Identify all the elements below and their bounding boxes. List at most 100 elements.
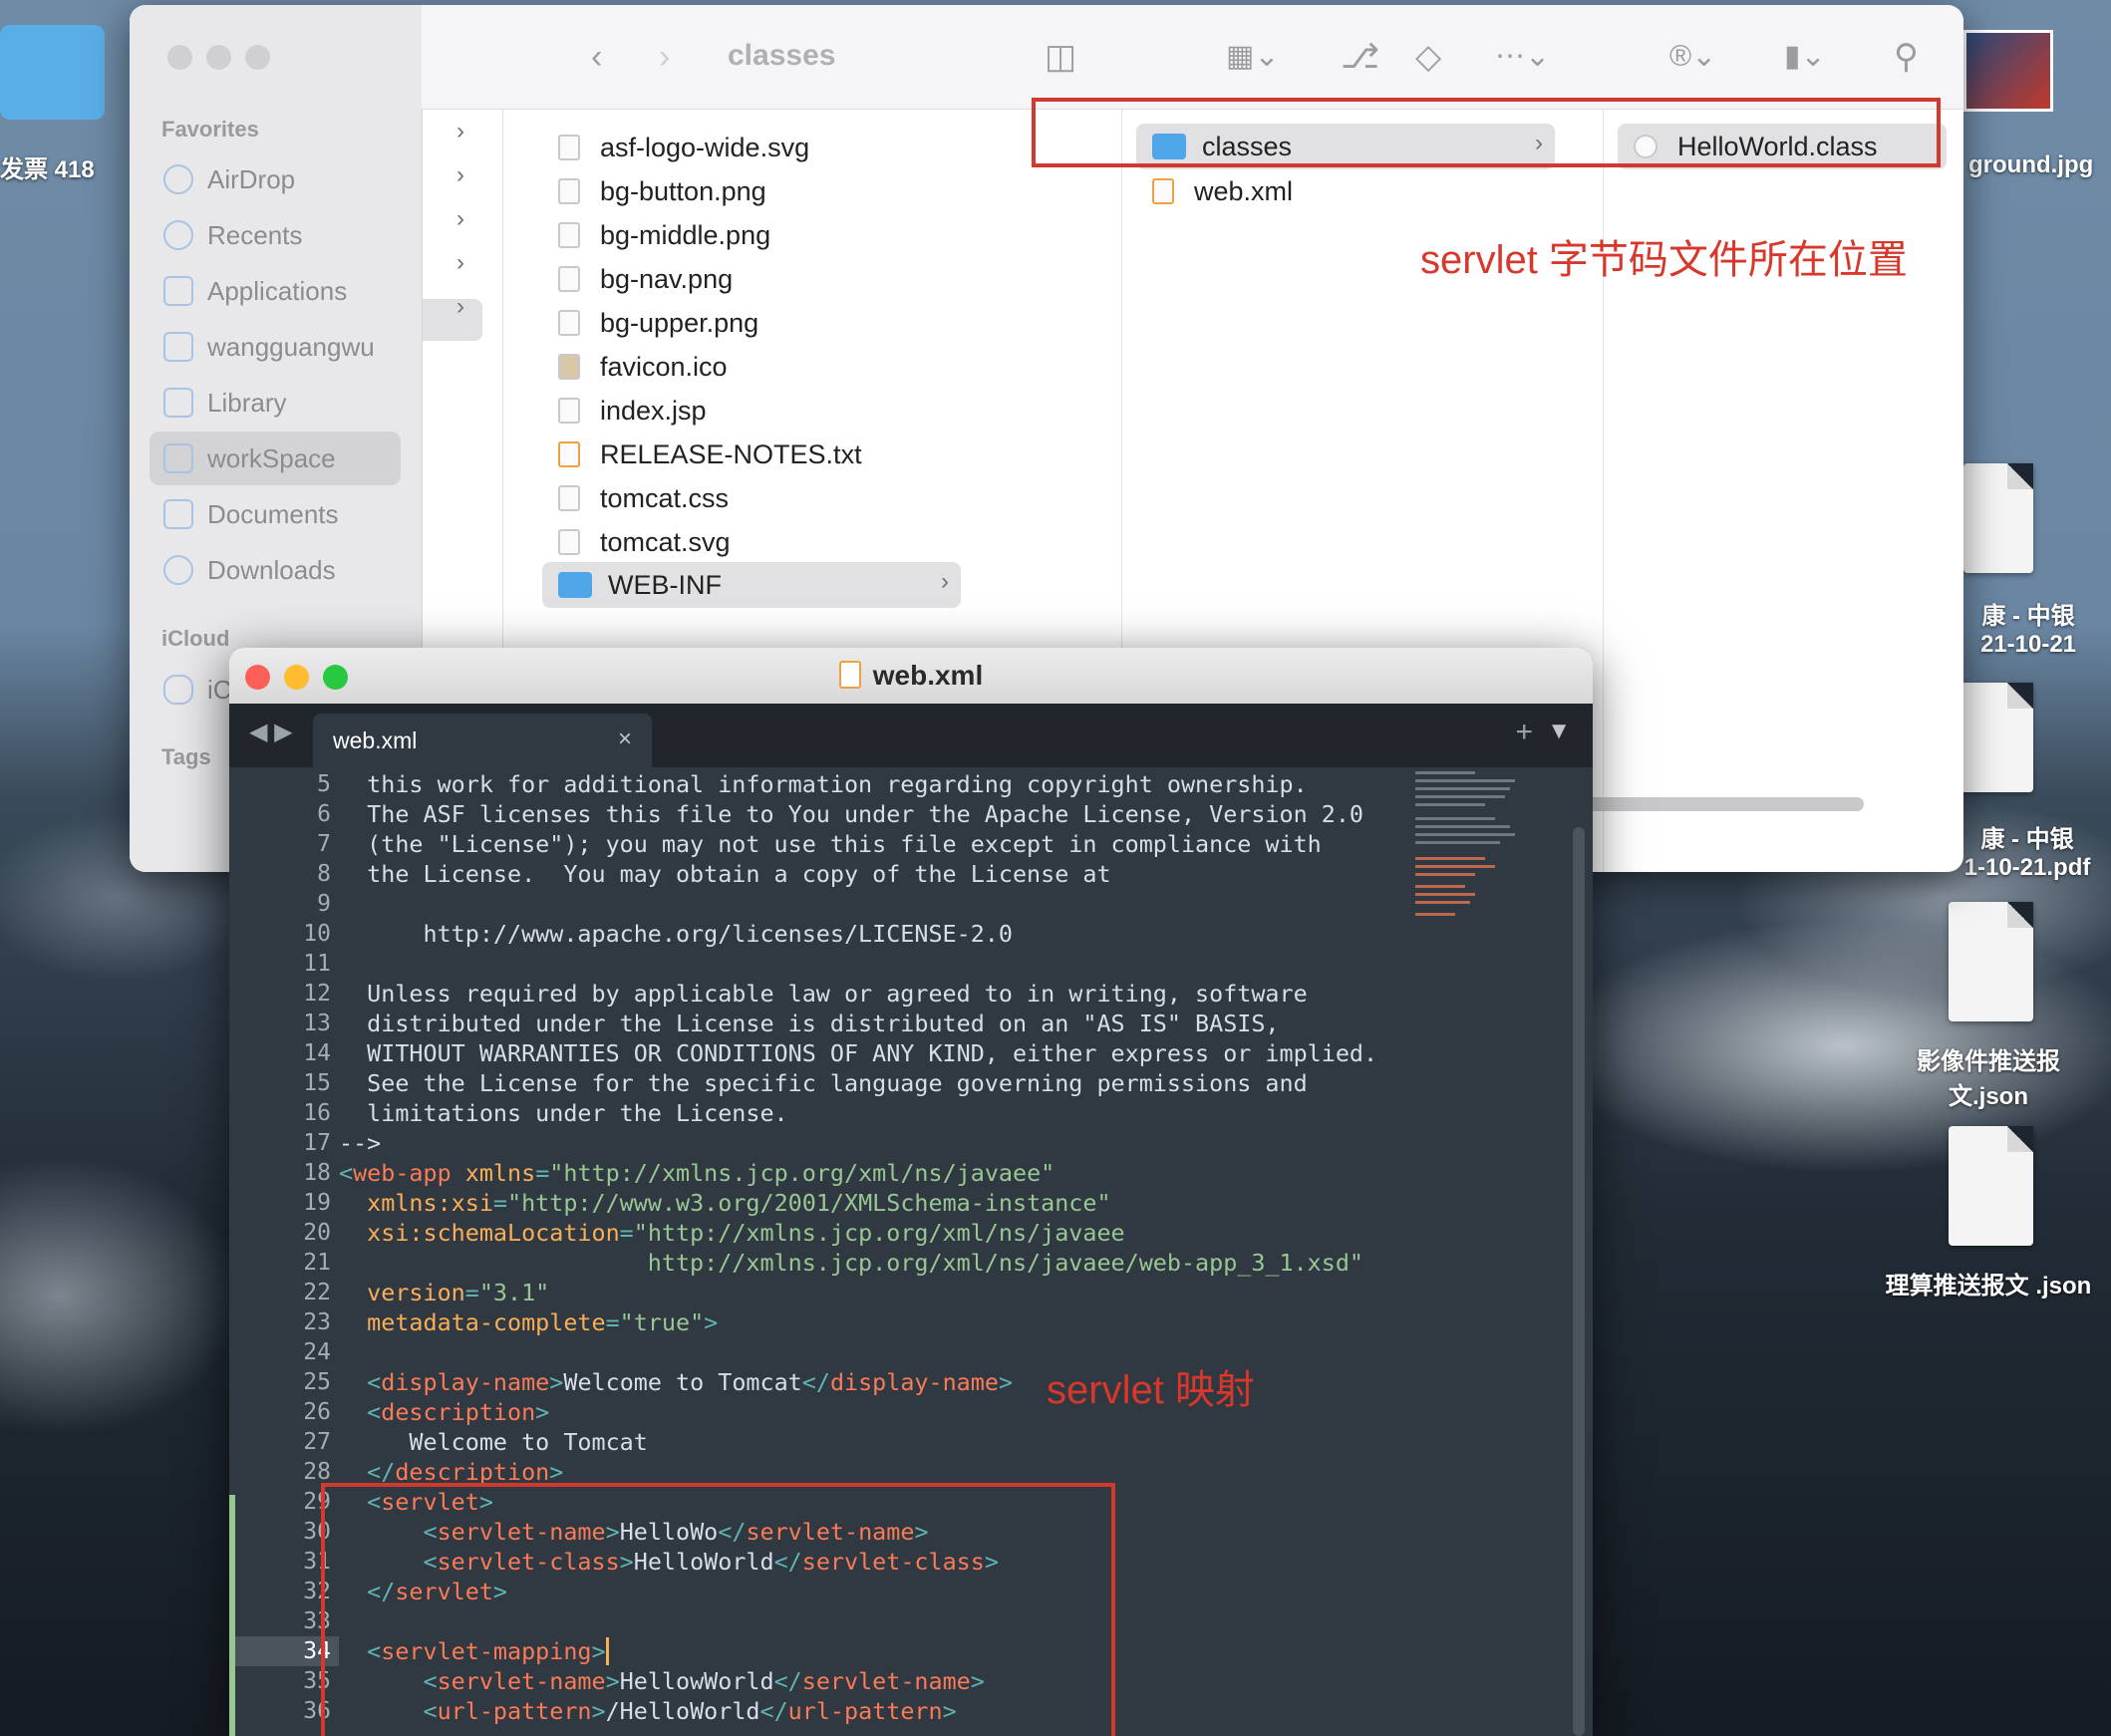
file-name: tomcat.css	[600, 482, 730, 513]
group-icon[interactable]: ▦⌄	[1226, 37, 1279, 77]
code-line[interactable]: -->	[339, 1128, 381, 1158]
line-number: 17	[303, 1130, 331, 1156]
desktop-item-label[interactable]: 发票 418	[0, 149, 100, 184]
desktop-json-label-2[interactable]: 理算推送报文 .json	[1874, 1266, 2103, 1301]
code-line[interactable]: WITHOUT WARRANTIES OR CONDITIONS OF ANY …	[339, 1038, 1377, 1068]
line-number: 9	[317, 891, 331, 917]
code-line[interactable]: <description>	[339, 1397, 549, 1427]
list-item[interactable]: tomcat.svg	[558, 522, 731, 562]
code-line[interactable]: metadata-complete="true">	[339, 1307, 718, 1337]
close-icon[interactable]: ×	[618, 725, 632, 753]
code-line[interactable]: the License. You may obtain a copy of th…	[339, 859, 1110, 889]
file-name: favicon.ico	[600, 351, 728, 382]
chevron-right-icon: ›	[456, 118, 464, 145]
desktop-json-document-icon-2[interactable]	[1949, 1126, 2033, 1246]
more-actions-icon[interactable]: ⋯⌄	[1495, 37, 1550, 77]
sidebar-item-airdrop[interactable]: AirDrop	[150, 152, 401, 206]
file-name: bg-button.png	[600, 175, 766, 206]
registered-icon[interactable]: ®⌄	[1669, 37, 1716, 77]
folder-icon	[558, 572, 592, 598]
tab-nav-arrows-icon[interactable]: ◀ ▶	[249, 718, 293, 746]
tags-heading: Tags	[161, 744, 211, 769]
desktop-pdf-label[interactable]: 康 - 中银 1-10-21.pdf	[1944, 819, 2111, 882]
minimap[interactable]	[1415, 767, 1545, 927]
code-line[interactable]: limitations under the License.	[339, 1098, 787, 1128]
sidebar-item-documents[interactable]: Documents	[150, 487, 401, 541]
list-item[interactable]: bg-middle.png	[558, 215, 770, 255]
sidebar-item-library[interactable]: Library	[150, 376, 401, 430]
search-icon[interactable]: ⚲	[1894, 37, 1919, 77]
view-columns-icon[interactable]: ◫	[1045, 37, 1076, 77]
code-line[interactable]: http://xmlns.jcp.org/xml/ns/javaee/web-a…	[339, 1248, 1363, 1278]
close-button[interactable]	[167, 45, 192, 70]
list-item[interactable]: RELEASE-NOTES.txt	[558, 434, 862, 474]
code-line[interactable]: distributed under the License is distrib…	[339, 1009, 1279, 1038]
desktop-json-document-icon[interactable]	[1949, 902, 2033, 1021]
sidebar-item-home[interactable]: wangguangwu	[150, 320, 401, 374]
finder-toolbar: ‹ ›	[422, 5, 1963, 110]
back-icon[interactable]: ‹	[591, 37, 602, 77]
chevron-right-icon: ›	[456, 249, 464, 276]
sidebar-item-downloads[interactable]: Downloads	[150, 543, 401, 597]
desktop-folder-icon[interactable]	[0, 25, 105, 120]
list-item[interactable]: bg-button.png	[558, 171, 766, 211]
list-item[interactable]: asf-logo-wide.svg	[558, 128, 809, 167]
desktop-md-document-icon[interactable]	[1963, 463, 2033, 573]
line-number: 19	[303, 1190, 331, 1216]
sublime-file-icon	[558, 441, 580, 467]
line-number: 25	[303, 1369, 331, 1395]
code-line[interactable]: xmlns:xsi="http://www.w3.org/2001/XMLSch…	[339, 1188, 1110, 1218]
clock-icon	[163, 220, 193, 250]
tag-icon[interactable]: ◇	[1415, 37, 1441, 77]
line-number: 24	[303, 1339, 331, 1365]
sidebar-item-workspace[interactable]: workSpace	[150, 432, 401, 485]
document-icon	[163, 499, 193, 529]
add-tab-icon[interactable]: +	[1515, 716, 1533, 749]
line-number: 21	[303, 1250, 331, 1276]
horizontal-scrollbar[interactable]	[1565, 797, 1864, 811]
list-item[interactable]: favicon.ico	[558, 347, 728, 387]
code-line[interactable]: <display-name>Welcome to Tomcat</display…	[339, 1367, 1013, 1397]
file-name: web.xml	[1194, 175, 1294, 206]
list-item[interactable]: index.jsp	[558, 391, 707, 431]
code-line[interactable]: http://www.apache.org/licenses/LICENSE-2…	[339, 919, 1012, 949]
download-icon	[163, 555, 193, 585]
code-line[interactable]: (the "License"); you may not use this fi…	[339, 829, 1322, 859]
file-name: bg-middle.png	[600, 219, 771, 250]
archive-icon[interactable]: ▮⌄	[1784, 37, 1826, 77]
code-line[interactable]: <web-app xmlns="http://xmlns.jcp.org/xml…	[339, 1158, 1055, 1188]
desktop-image-thumbnail[interactable]	[1963, 30, 2053, 112]
vertical-scrollbar[interactable]	[1573, 827, 1585, 1736]
code-line[interactable]: See the License for the specific languag…	[339, 1068, 1308, 1098]
file-name: bg-upper.png	[600, 307, 759, 338]
file-name: asf-logo-wide.svg	[600, 132, 810, 162]
window-controls	[167, 45, 270, 70]
code-line[interactable]: The ASF licenses this file to You under …	[339, 799, 1363, 829]
code-line[interactable]: version="3.1"	[339, 1278, 549, 1307]
forward-icon[interactable]: ›	[659, 37, 670, 77]
tab-web-xml[interactable]: web.xml ×	[313, 714, 652, 767]
minimize-button[interactable]	[206, 45, 231, 70]
chevron-down-icon[interactable]: ▼	[1547, 718, 1571, 745]
selected-row[interactable]	[423, 299, 482, 341]
line-number: 15	[303, 1070, 331, 1096]
desktop-json-label[interactable]: 影像件推送报 文.json	[1899, 1041, 2078, 1111]
sidebar-item-applications[interactable]: Applications	[150, 264, 401, 318]
desktop-doc-label[interactable]: 康 - 中银 21-10-21	[1954, 596, 2103, 659]
list-item[interactable]: bg-nav.png	[558, 259, 733, 299]
desktop-image-label[interactable]: ground.jpg	[1968, 151, 2108, 179]
desktop-pdf-document-icon[interactable]	[1959, 683, 2033, 792]
code-line[interactable]: xsi:schemaLocation="http://xmlns.jcp.org…	[339, 1218, 1124, 1248]
text-file-icon	[558, 485, 580, 511]
list-item[interactable]: bg-upper.png	[558, 303, 758, 343]
share-icon[interactable]: ⎇	[1341, 37, 1379, 77]
list-item-selected[interactable]: WEB-INF ›	[542, 562, 961, 608]
code-line[interactable]: this work for additional information reg…	[339, 769, 1308, 799]
sidebar-item-recents[interactable]: Recents	[150, 208, 401, 262]
highlight-box	[321, 1483, 1115, 1736]
list-item[interactable]: web.xml	[1152, 171, 1293, 211]
zoom-button[interactable]	[245, 45, 270, 70]
list-item[interactable]: tomcat.css	[558, 478, 729, 518]
code-line[interactable]: Welcome to Tomcat	[339, 1427, 647, 1457]
code-line[interactable]: Unless required by applicable law or agr…	[339, 979, 1308, 1009]
